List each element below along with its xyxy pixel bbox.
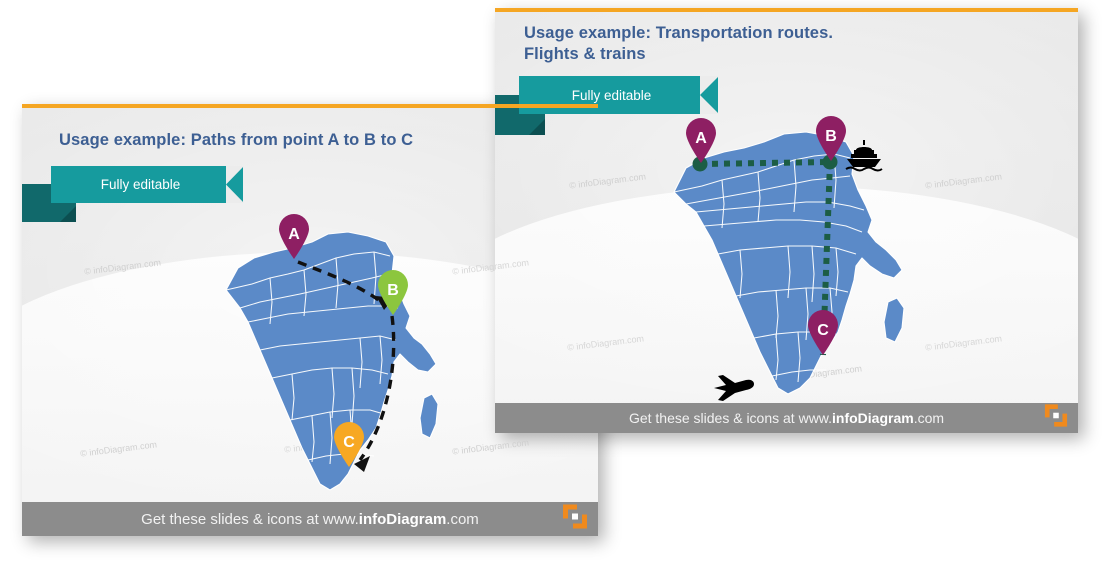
ribbon-banner: Fully editable xyxy=(519,76,716,114)
page-title: Usage example: Paths from point A to B t… xyxy=(59,131,414,149)
footer-text: Get these slides & icons at www.infoDiag… xyxy=(141,511,479,528)
fully-editable-ribbon: Fully editable xyxy=(22,166,272,222)
screenshot-canvas: © infoDiagram.com © infoDiagram.com © in… xyxy=(0,0,1103,564)
ribbon-banner: Fully editable xyxy=(51,166,242,203)
infodiagram-logo[interactable] xyxy=(1044,404,1068,433)
ship-icon[interactable] xyxy=(843,138,885,174)
marker-label-b: B xyxy=(387,282,399,299)
airplane-icon[interactable] xyxy=(712,372,756,402)
africa-map-svg xyxy=(225,231,439,491)
marker-label-a: A xyxy=(288,226,300,243)
marker-label-b: B xyxy=(825,128,837,145)
slide-transportation-routes[interactable]: © infoDiagram.com © infoDiagram.com © in… xyxy=(495,8,1078,433)
marker-label-c: C xyxy=(343,434,355,451)
map-marker-a[interactable]: A xyxy=(277,214,311,260)
footer-suffix: .com xyxy=(913,410,945,426)
slide-footer: Get these slides & icons at www.infoDiag… xyxy=(495,403,1078,433)
ribbon-label: Fully editable xyxy=(100,177,181,192)
map-marker-b[interactable]: B xyxy=(376,270,410,316)
footer-brand: infoDiagram xyxy=(358,510,447,528)
marker-label-c: C xyxy=(817,322,829,339)
footer-prefix: Get these slides & icons at www. xyxy=(141,510,359,528)
page-title: Usage example: Transportation routes. Fl… xyxy=(524,24,834,64)
footer-text: Get these slides & icons at www.infoDiag… xyxy=(629,410,944,426)
africa-map-paths[interactable]: A B C xyxy=(208,212,448,512)
map-marker-c[interactable]: C xyxy=(806,310,840,356)
footer-suffix: .com xyxy=(446,510,479,528)
footer-prefix: Get these slides & icons at www. xyxy=(628,410,833,426)
ribbon-label: Fully editable xyxy=(571,87,652,103)
footer-brand: infoDiagram xyxy=(832,410,914,426)
map-marker-c[interactable]: C xyxy=(332,422,366,468)
accent-top-border xyxy=(22,104,598,108)
slide-footer: Get these slides & icons at www.infoDiag… xyxy=(22,502,598,536)
accent-top-border xyxy=(495,8,1078,12)
africa-map-transport[interactable]: A B C xyxy=(660,110,920,410)
infodiagram-logo[interactable] xyxy=(562,504,588,535)
